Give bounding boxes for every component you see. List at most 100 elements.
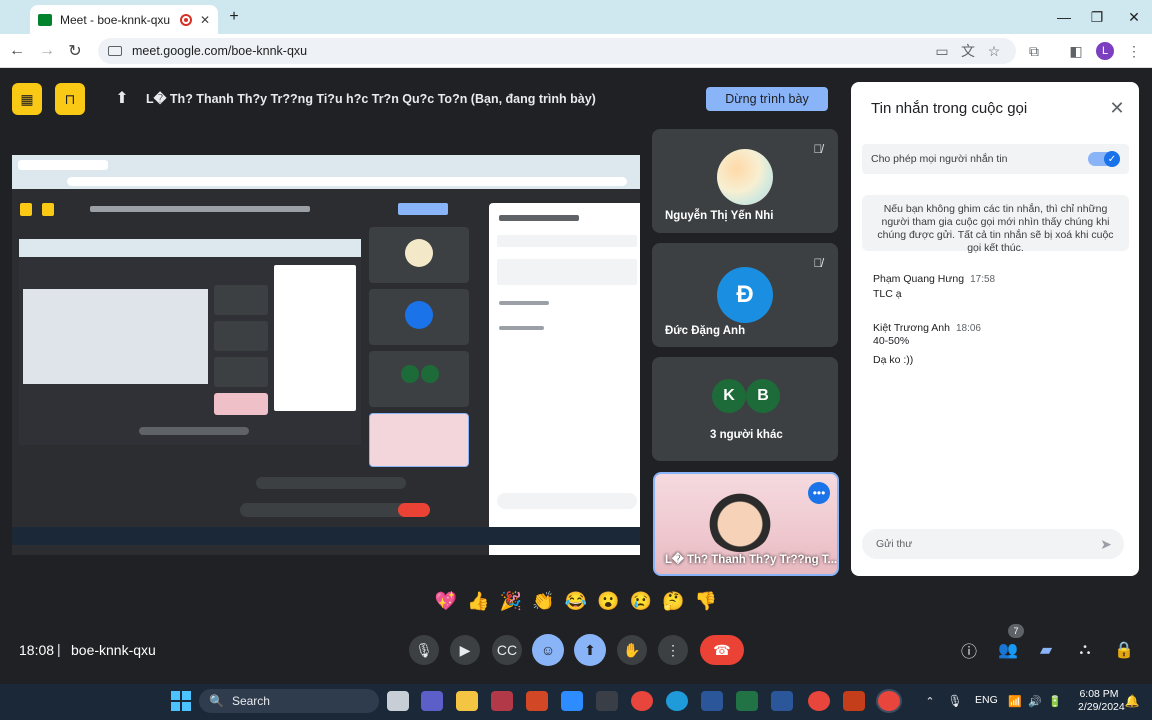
back-button[interactable]: ← [6,40,28,62]
participant-tile[interactable]: Nguyễn Thị Yến Nhi 🎙̸ [652,129,838,233]
shared-chat-msg [499,326,544,330]
thumbs-down-reaction[interactable]: 👎 [692,587,720,615]
chrome-icon[interactable] [631,691,653,711]
emoji-button[interactable]: ☺ [532,634,564,666]
reactions-bar: 💖 👍 🎉 👏 😂 😮 😢 🤔 👎 [432,586,720,616]
shared-tile [369,351,469,407]
url-text: meet.google.com/boe-knnk-qxu [132,44,308,58]
chrome-icon[interactable] [878,691,900,711]
camera-button[interactable]: ▶ [450,635,480,665]
profile-avatar[interactable]: L [1096,42,1114,60]
people-icon[interactable]: 👥 [997,640,1019,660]
chat-input[interactable]: Gửi thư [862,529,1124,559]
raise-hand-button[interactable]: ✋ [617,635,647,665]
captions-button[interactable]: CC [492,635,522,665]
participant-tile[interactable]: Đ Đức Đặng Anh 🎙̸ [652,243,838,347]
shared-hangup [398,503,430,517]
leave-call-button[interactable]: ☎ [700,635,744,665]
layout-icon[interactable]: ▦ [12,83,42,115]
participant-name: Đức Đặng Anh [665,325,746,337]
taskbar-clock[interactable]: 6:08 PM 2/29/2024 [1078,688,1125,714]
windows-start-icon[interactable] [170,690,192,712]
notification-bell-icon[interactable]: 🔔 [1124,691,1140,711]
outlook-icon[interactable] [701,691,723,711]
present-button[interactable]: ⬆ [574,634,606,666]
activities-icon[interactable]: ⛬ [1074,640,1096,660]
meeting-clock: 18:08 [19,642,55,658]
browser-tab[interactable]: Meet - boe-knnk-qxu ✕ [30,5,218,34]
side-panel-icon[interactable]: ◧ [1066,41,1086,61]
nested-deeper-screen [23,289,208,384]
reload-button[interactable]: ↻ [64,40,86,62]
new-tab-button[interactable]: + [224,7,244,27]
message-text: 40-50% [873,335,910,347]
chrome-icon[interactable] [808,691,830,711]
edge-icon[interactable] [666,691,688,711]
language-indicator[interactable]: ENG [975,694,998,706]
chat-icon[interactable]: ▰ [1035,640,1057,660]
battery-icon[interactable]: 🔋 [1046,691,1064,711]
host-controls-icon[interactable]: 🔒 [1113,640,1135,660]
restore-button[interactable]: ❐ [1083,6,1111,28]
sparkling-heart-reaction[interactable]: 💖 [432,587,460,615]
stop-presenting-button[interactable]: Dừng trình bày [706,87,828,111]
app-icon[interactable] [491,691,513,711]
folder-icon[interactable] [456,691,478,711]
teams-icon[interactable] [421,691,443,711]
pin-presentation-icon[interactable]: ⊓ [55,83,85,115]
close-icon[interactable]: ✕ [1107,97,1127,119]
window-close-button[interactable]: ✕ [1120,6,1148,28]
volume-icon[interactable]: 🔊 [1026,691,1044,711]
camera-icon[interactable]: ▭ [932,41,952,61]
more-options-button[interactable]: ⋮ [658,635,688,665]
thinking-reaction[interactable]: 🤔 [660,587,688,615]
laugh-reaction[interactable]: 😂 [562,587,590,615]
translate-icon[interactable]: 文 [958,41,978,61]
meeting-info-icon[interactable]: ⓘ [958,640,980,661]
chat-title: Tin nhắn trong cuộc gọi [871,100,1028,117]
others-tile[interactable]: K B 3 người khác [652,357,838,461]
shared-avatar [401,365,419,383]
excel-icon[interactable] [736,691,758,711]
message-time: 18:06 [955,323,981,334]
taskbar-search-label: Search [231,694,270,708]
send-icon[interactable]: ➤ [1097,535,1115,553]
chat-message: Kiệt Trương Anh 18:06 [873,318,981,336]
shared-chat-panel [489,203,640,555]
app-icon[interactable] [596,691,618,711]
tab-close-icon[interactable]: ✕ [200,13,210,27]
others-label: 3 người khác [710,429,783,441]
sad-reaction[interactable]: 😢 [627,587,655,615]
search-icon: 🔍 [209,694,224,708]
word-icon[interactable] [771,691,793,711]
forward-button[interactable]: → [36,40,58,62]
clap-reaction[interactable]: 👏 [530,587,558,615]
address-bar[interactable]: meet.google.com/boe-knnk-qxu [98,38,1016,64]
mic-off-icon: 🎙̸ [813,256,823,270]
participant-name: Nguyễn Thị Yến Nhi [665,210,774,222]
microphone-button[interactable]: 🎙 [409,635,439,665]
file-explorer-icon[interactable] [387,691,409,711]
wifi-icon[interactable]: 📶 [1006,691,1024,711]
more-options-icon[interactable]: ••• [808,482,830,504]
extensions-icon[interactable]: ⧉ [1024,41,1044,61]
mic-tray-icon[interactable]: 🎙 [947,691,963,711]
meet-favicon-icon [38,13,52,26]
chevron-up-icon[interactable]: ⌃ [922,691,938,711]
app-icon[interactable] [843,691,865,711]
minimize-button[interactable]: — [1050,6,1078,28]
presenter-video [705,482,775,552]
surprised-reaction[interactable]: 😮 [595,587,623,615]
menu-kebab-icon[interactable]: ⋮ [1124,41,1144,61]
shared-tile [369,289,469,345]
site-info-icon[interactable] [108,46,122,56]
zoom-icon[interactable] [561,691,583,711]
bookmark-star-icon[interactable]: ☆ [984,41,1004,61]
powerpoint-icon[interactable] [526,691,548,711]
presenter-tile[interactable]: ••• L� Th? Thanh Th?y Tr??ng T... [653,472,839,576]
nested-controls [139,427,249,435]
taskbar-search[interactable]: 🔍 Search [199,689,379,713]
party-popper-reaction[interactable]: 🎉 [497,587,525,615]
nested-tile [214,321,268,351]
thumbs-up-reaction[interactable]: 👍 [465,587,493,615]
